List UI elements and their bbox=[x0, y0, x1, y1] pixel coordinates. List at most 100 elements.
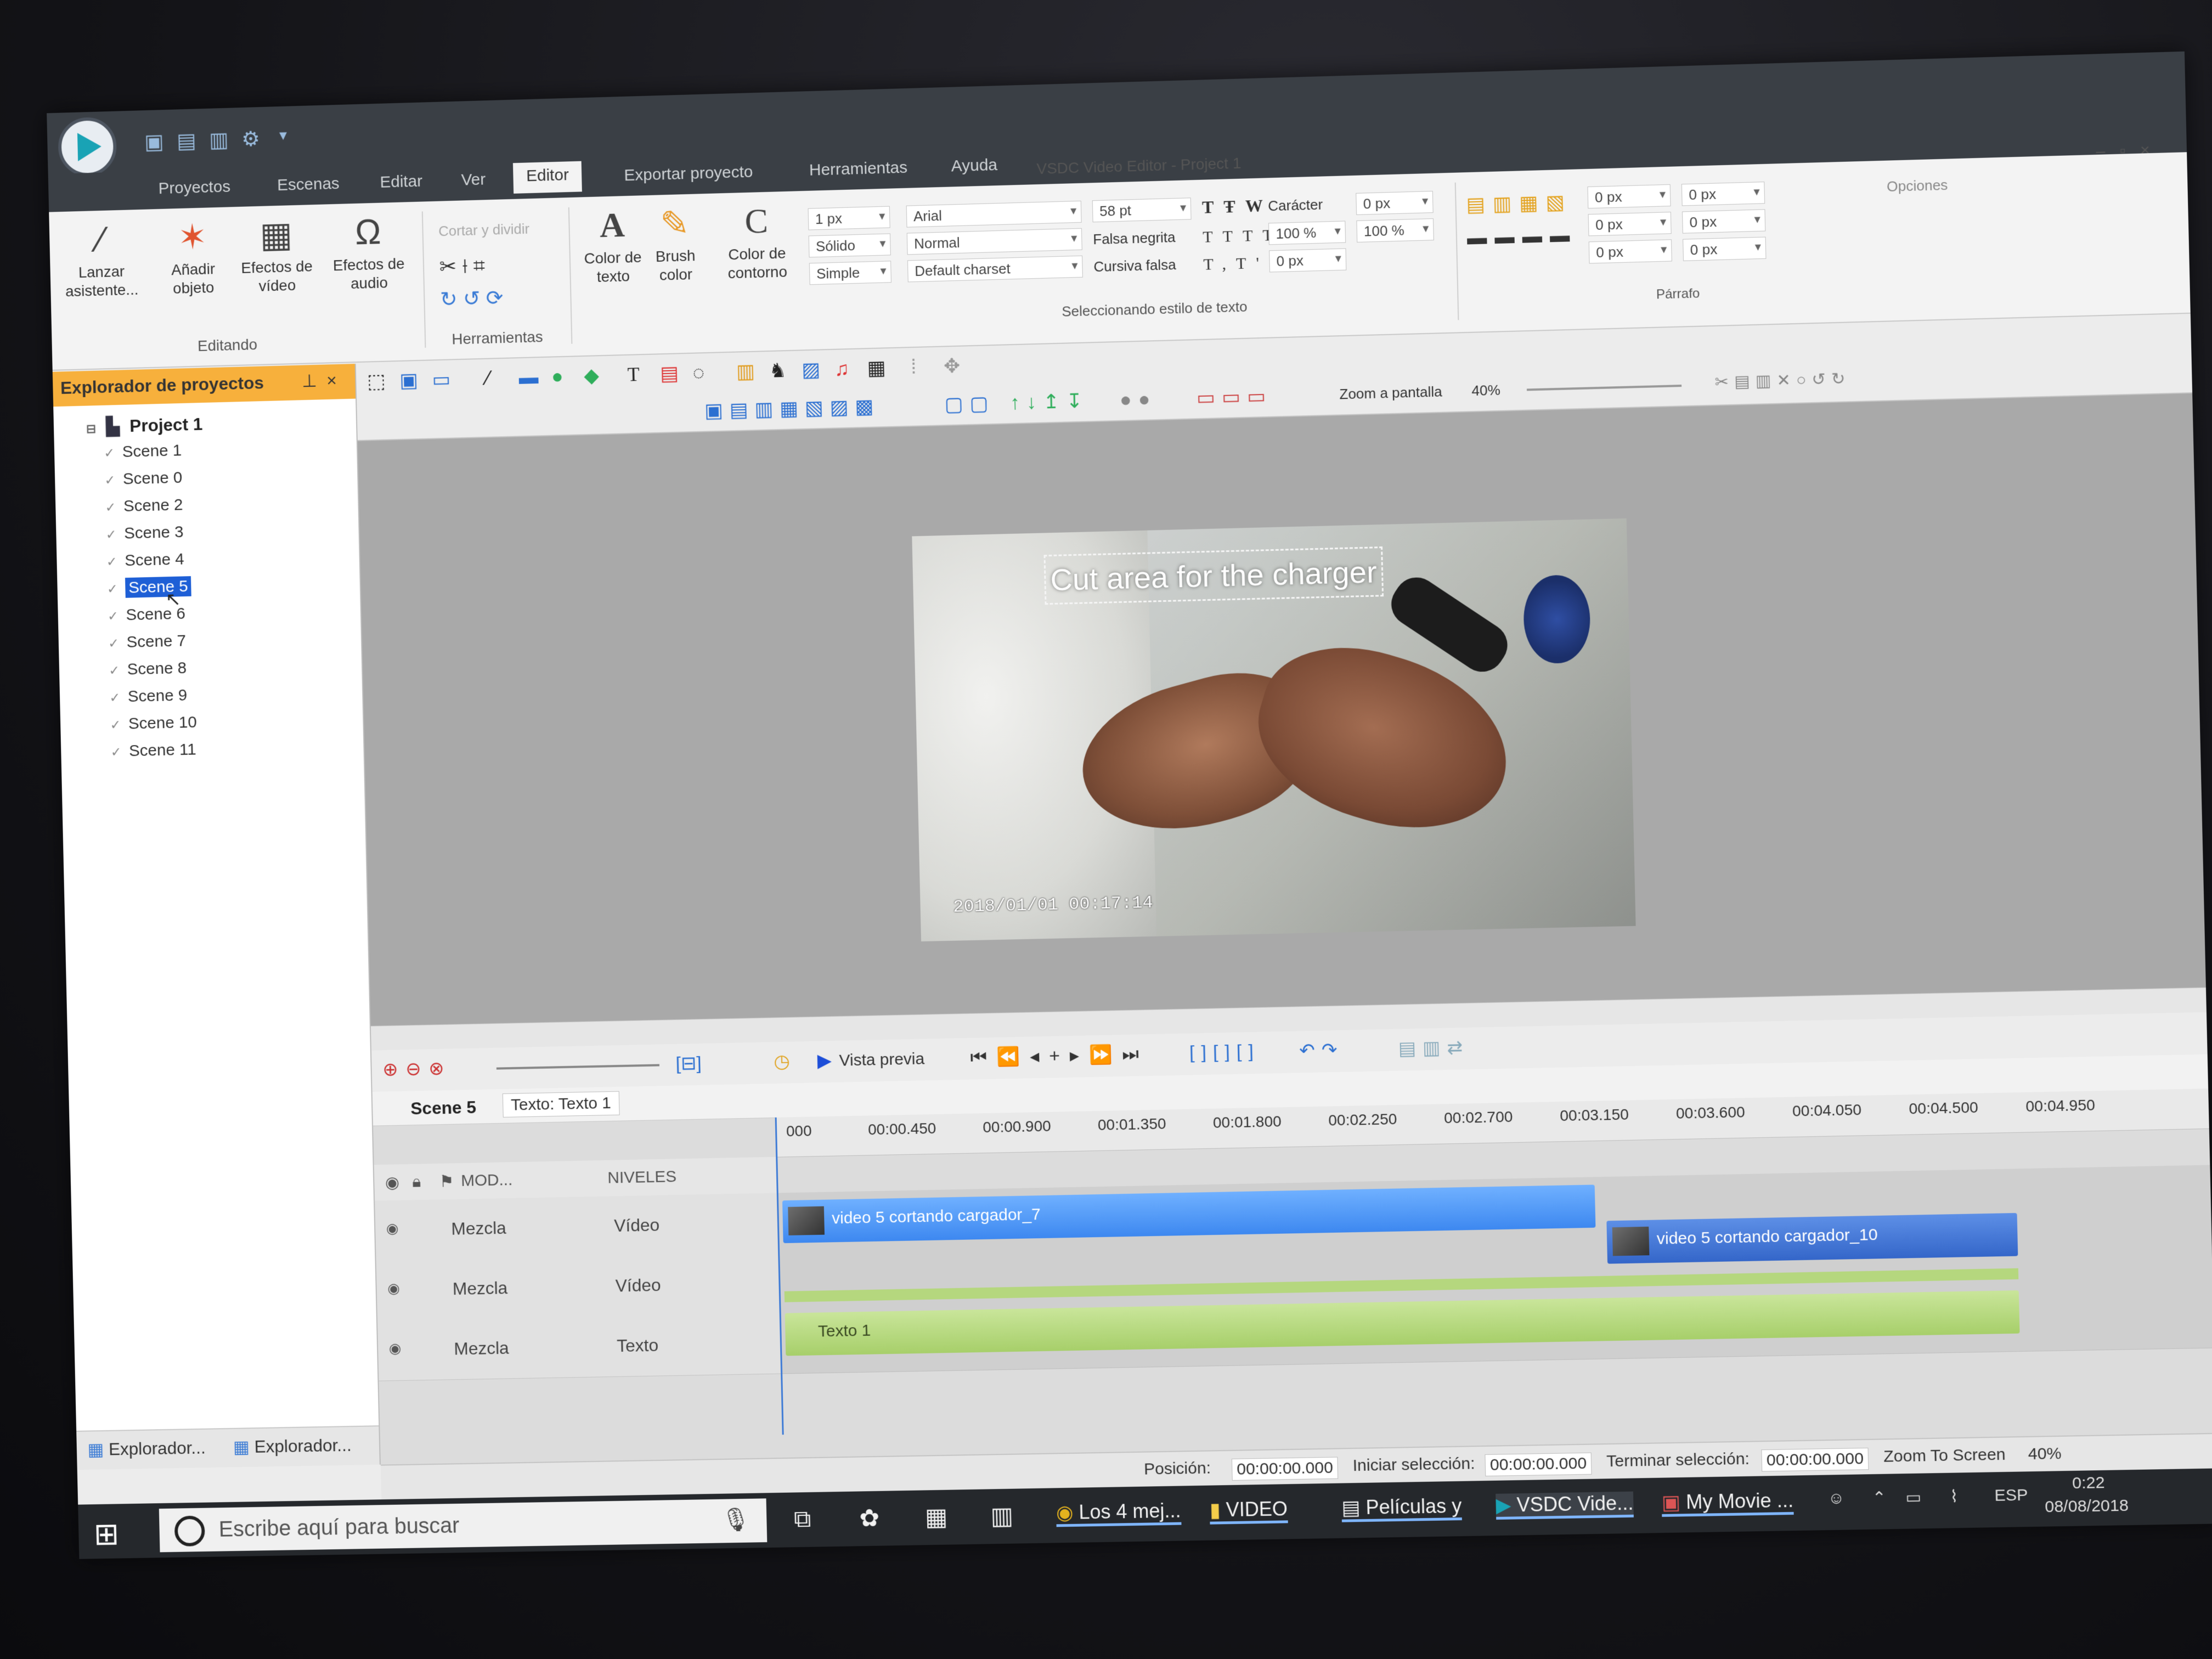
paragraph-after-input[interactable]: 0 px bbox=[1683, 237, 1766, 261]
char-spacing-input[interactable]: 0 px bbox=[1269, 249, 1346, 273]
timeline-zoom-slider[interactable] bbox=[496, 1064, 659, 1070]
line-style-select[interactable]: Sólido bbox=[809, 233, 891, 257]
tab-texto-1[interactable]: Texto: Texto 1 bbox=[503, 1091, 619, 1118]
eye-icon[interactable]: ◉ bbox=[386, 1220, 399, 1237]
tab-herramientas[interactable]: Herramientas bbox=[796, 154, 921, 184]
crop-tools-icon[interactable]: ✂ ⟊ ⌗ bbox=[439, 253, 485, 279]
network-icon[interactable]: ⌇ bbox=[1950, 1487, 1959, 1506]
char-offset-input[interactable]: 0 px bbox=[1356, 191, 1433, 215]
paragraph-right-input[interactable]: 0 px bbox=[1682, 209, 1765, 233]
layers-icon[interactable]: ▣ bbox=[399, 369, 419, 392]
task-peliculas[interactable]: ▤ Películas y bbox=[1341, 1494, 1462, 1522]
zoom-to-screen-label[interactable]: Zoom a pantalla bbox=[1339, 383, 1442, 403]
zoom-slider[interactable] bbox=[1527, 385, 1681, 391]
open-project-icon[interactable]: ▤ bbox=[177, 128, 196, 154]
fake-italic-toggle[interactable]: Cursiva falsa bbox=[1093, 256, 1176, 275]
options-button[interactable]: Opciones bbox=[1887, 177, 1948, 195]
align-tools-icons[interactable]: ▣▤▥▦▧▨▩ bbox=[704, 394, 881, 422]
tab-editor[interactable]: Editor bbox=[513, 161, 582, 194]
script-format-buttons[interactable]: T,T' bbox=[1203, 253, 1269, 274]
split-tools-icons[interactable]: ▤▥⇄ bbox=[1398, 1036, 1469, 1060]
tree-scene-9[interactable]: ✓ Scene 9 bbox=[109, 686, 187, 707]
monitor-icon[interactable]: ▭ bbox=[432, 368, 451, 391]
quick-access-dropdown-icon[interactable]: ▾ bbox=[279, 126, 287, 144]
cut-split-button[interactable]: Cortar y dividir bbox=[438, 221, 529, 240]
speech-bubble-icon[interactable]: ◌ bbox=[692, 361, 704, 384]
fit-timeline-icon[interactable]: [⊟] bbox=[675, 1052, 702, 1075]
tree-scene-1[interactable]: ✓ Scene 1 bbox=[104, 442, 182, 462]
shape-tools-icons[interactable]: ●● bbox=[1119, 387, 1156, 411]
character-spacing-label[interactable]: Carácter bbox=[1268, 196, 1323, 215]
rotate-tools-icon[interactable]: ↻ ↺ ⟳ bbox=[440, 286, 504, 312]
tree-scene-8[interactable]: ✓ Scene 8 bbox=[109, 659, 187, 679]
audio-tool-icon[interactable]: ♫ bbox=[834, 357, 850, 381]
sprite-tool-icon[interactable]: ♞ bbox=[769, 359, 787, 382]
snap-clock-icon[interactable]: ◷ bbox=[774, 1051, 790, 1073]
outline-color-button[interactable]: C Color de contorno bbox=[715, 201, 798, 283]
alignment-buttons[interactable]: ▤▥▦▧ bbox=[1466, 190, 1572, 216]
levels-column-header[interactable]: NIVELES bbox=[607, 1167, 676, 1187]
footer-tab-project-explorer[interactable]: ▦ Explorador... bbox=[87, 1437, 206, 1460]
explorer-pin-close-icons[interactable]: ⊥× bbox=[302, 369, 347, 391]
paint-app-icon[interactable]: ✿ bbox=[859, 1504, 880, 1532]
grid-tool-icon[interactable]: ⁞ bbox=[911, 356, 917, 379]
app-logo-icon[interactable] bbox=[58, 117, 117, 177]
tree-project-root[interactable]: ⊟ ▙ Project 1 bbox=[86, 414, 203, 437]
wizard-button[interactable]: ⁄ Lanzar asistente... bbox=[60, 219, 143, 301]
image-tool-icon[interactable]: ▨ bbox=[802, 358, 821, 381]
track-header-video-2[interactable]: ◉ Mezcla Vídeo bbox=[376, 1253, 780, 1321]
tree-scene-3[interactable]: ✓ Scene 3 bbox=[105, 523, 183, 543]
footer-tab-object-explorer[interactable]: ▦ Explorador... bbox=[233, 1435, 352, 1457]
paragraph-before-input[interactable]: 0 px bbox=[1589, 239, 1672, 263]
tab-proyectos[interactable]: Proyectos bbox=[145, 173, 244, 203]
video-tool-icon[interactable]: ▦ bbox=[867, 356, 886, 380]
zoom-to-screen-label[interactable]: Zoom To Screen bbox=[1883, 1446, 2006, 1466]
battery-icon[interactable]: ▭ bbox=[1905, 1488, 1922, 1508]
ellipse-tool-icon[interactable]: ● bbox=[551, 365, 563, 388]
tree-scene-4[interactable]: ✓ Scene 4 bbox=[106, 550, 184, 571]
tab-ver[interactable]: Ver bbox=[448, 166, 499, 194]
windows-start-icon[interactable]: ⊞ bbox=[93, 1516, 120, 1552]
font-size-select[interactable]: 58 pt bbox=[1092, 198, 1192, 222]
tab-ayuda[interactable]: Ayuda bbox=[938, 151, 1011, 180]
tray-chevron-icon[interactable]: ⌃ bbox=[1872, 1488, 1886, 1508]
preview-play-icon[interactable]: ▶ bbox=[817, 1049, 832, 1071]
paragraph-left-input[interactable]: 0 px bbox=[1588, 212, 1672, 236]
chart-tool-icon[interactable]: ▥ bbox=[736, 360, 755, 383]
blend-mode-select[interactable]: Mezcla bbox=[451, 1218, 506, 1239]
preview-text-object[interactable]: Cut area for the charger bbox=[1043, 546, 1383, 605]
arrange-arrows-icons[interactable]: ↑↓↥↧ bbox=[1010, 389, 1090, 414]
fake-bold-toggle[interactable]: Falsa negrita bbox=[1093, 229, 1176, 248]
microphone-icon[interactable]: 🎙︎ bbox=[721, 1506, 751, 1534]
tree-scene-7[interactable]: ✓ Scene 7 bbox=[108, 632, 186, 652]
tab-scene-5[interactable]: Scene 5 bbox=[410, 1097, 476, 1119]
tab-escenas[interactable]: Escenas bbox=[264, 170, 353, 199]
misc-tools-icons[interactable]: ▭▭▭ bbox=[1196, 385, 1272, 410]
blend-mode-select[interactable]: Mezcla bbox=[454, 1338, 509, 1359]
clock-date[interactable]: 08/08/2018 bbox=[2045, 1497, 2129, 1517]
save-icon[interactable]: ▥ bbox=[209, 127, 229, 153]
eye-icon[interactable]: ◉ bbox=[387, 1280, 400, 1297]
new-project-icon[interactable]: ▣ bbox=[144, 129, 164, 155]
vertical-alignment-buttons[interactable]: ▬▬▬▬ bbox=[1467, 223, 1578, 250]
marker-tools-icons[interactable]: [][][] bbox=[1189, 1041, 1261, 1064]
size-tools-icons[interactable]: ▢▢ bbox=[944, 392, 995, 416]
char-height-input[interactable]: 100 % bbox=[1356, 218, 1434, 242]
mode-column-header[interactable]: MOD... bbox=[461, 1171, 513, 1190]
tree-scene-11[interactable]: ✓ Scene 11 bbox=[110, 741, 196, 761]
zoom-value-select[interactable]: 40% bbox=[1471, 382, 1500, 399]
winrar-icon[interactable]: ▥ bbox=[990, 1502, 1014, 1531]
tree-scene-10[interactable]: ✓ Scene 10 bbox=[110, 713, 197, 733]
char-width-input[interactable]: 100 % bbox=[1268, 221, 1346, 245]
settings-icon[interactable]: ⚙ bbox=[241, 127, 261, 152]
text-color-button[interactable]: A Color de texto bbox=[579, 205, 646, 287]
tab-exportar[interactable]: Exportar proyecto bbox=[611, 158, 766, 190]
task-my-movie[interactable]: ▣ My Movie ... bbox=[1661, 1489, 1793, 1517]
paragraph-spacing-input[interactable]: 0 px bbox=[1681, 182, 1765, 206]
eye-icon[interactable]: ◉ bbox=[389, 1340, 402, 1357]
task-vsdc[interactable]: ▶ VSDC Vide... bbox=[1496, 1492, 1634, 1520]
task-chrome[interactable]: ◉ Los 4 mej... bbox=[1056, 1499, 1181, 1527]
tab-editar[interactable]: Editar bbox=[366, 167, 436, 196]
tree-scene-0[interactable]: ✓ Scene 0 bbox=[104, 469, 182, 489]
task-folder-video[interactable]: ▮ VIDEO bbox=[1209, 1497, 1288, 1524]
